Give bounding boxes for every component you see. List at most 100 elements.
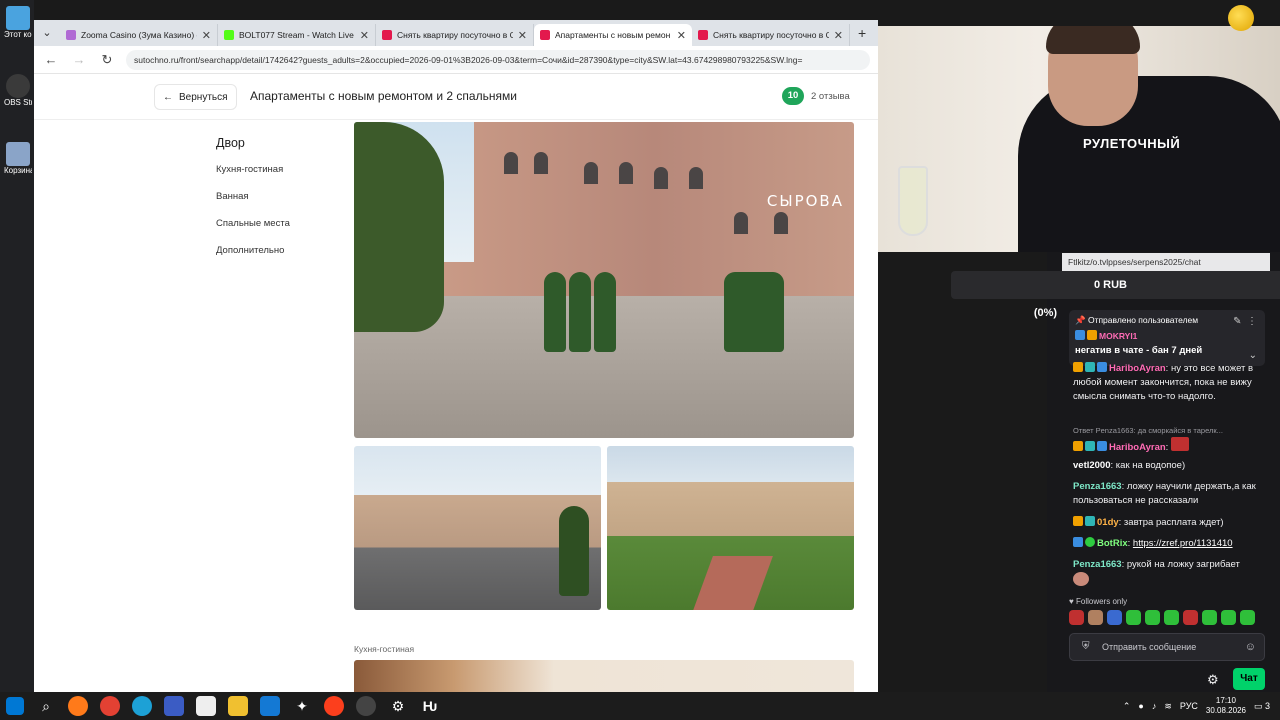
notifications-icon[interactable]: ▭ 3	[1254, 701, 1270, 712]
emote-icon[interactable]	[1183, 610, 1198, 625]
badge-icon	[1085, 362, 1095, 372]
close-tab-icon[interactable]: ✕	[202, 29, 211, 42]
badge-icon	[1085, 441, 1095, 451]
page-content: ← Вернуться Апартаменты с новым ремонтом…	[34, 74, 878, 692]
rating-badge: 10	[782, 87, 804, 105]
close-tab-icon[interactable]: ✕	[677, 29, 686, 42]
language-indicator[interactable]: РУС	[1180, 701, 1198, 711]
obs-shortcut[interactable]: OBS Studio	[4, 74, 32, 107]
mail-icon[interactable]	[260, 696, 280, 716]
webcam-overlay: РУЛЕТОЧНЫЙ	[878, 26, 1280, 252]
close-tab-icon[interactable]: ✕	[518, 29, 527, 42]
kitchen-photo[interactable]	[354, 660, 854, 692]
yard-photo-street[interactable]	[354, 446, 601, 610]
emote-icon[interactable]	[1126, 610, 1141, 625]
chat-send-button[interactable]: Чат	[1233, 668, 1265, 690]
emote-bar	[1069, 610, 1255, 625]
chevron-down-icon[interactable]: ⌄	[1249, 350, 1257, 361]
nav-item-yard[interactable]: Двор	[216, 136, 290, 150]
yandex-icon[interactable]	[324, 696, 344, 716]
computer-icon	[6, 6, 30, 30]
tab-sutochno-1[interactable]: Снять квартиру посуточно в С ✕	[376, 24, 534, 46]
folder-icon[interactable]	[228, 696, 248, 716]
emote-icon[interactable]	[1240, 610, 1255, 625]
microphone-icon[interactable]: ●	[1138, 701, 1143, 711]
desktop-icon-label: OBS Studio	[4, 98, 32, 107]
tab-title: BOLT077 Stream - Watch Live o	[239, 30, 355, 40]
close-tab-icon[interactable]: ✕	[360, 29, 369, 42]
reload-icon[interactable]: ↻	[98, 52, 116, 68]
close-tab-icon[interactable]: ✕	[834, 29, 843, 42]
back-button-label: Вернуться	[179, 91, 228, 103]
emoji-icon[interactable]: ☺	[1245, 634, 1256, 660]
reviews-link[interactable]: 2 отзыва	[811, 91, 850, 102]
store-icon[interactable]	[196, 696, 216, 716]
yard-photo-main[interactable]: СЫРОВА	[354, 122, 854, 438]
tab-sutochno-2[interactable]: Снять квартиру посуточно в С ✕	[692, 24, 850, 46]
chat-link[interactable]: https://zref.pro/1131410	[1133, 538, 1233, 549]
firefox-icon[interactable]	[68, 696, 88, 716]
chrome-icon[interactable]	[100, 696, 120, 716]
verified-icon	[1085, 537, 1095, 547]
windows-start-icon[interactable]	[6, 697, 24, 715]
address-bar-row: ← → ↻ sutochno.ru/front/searchapp/detail…	[34, 46, 878, 74]
chat-message: 01dy: завтра расплата ждет)	[1073, 516, 1261, 530]
tab-zooma[interactable]: Zooma Casino (Зума Казино) о ✕	[60, 24, 218, 46]
chat-message: HariboAyran:	[1073, 437, 1261, 455]
arrow-left-icon: ←	[163, 91, 173, 103]
emote-icon[interactable]	[1202, 610, 1217, 625]
tab-bolt077[interactable]: BOLT077 Stream - Watch Live o ✕	[218, 24, 376, 46]
pinned-text: негатив в чате - бан 7 дней	[1075, 345, 1203, 356]
pinned-message[interactable]: 📌 Отправлено пользователем MOKRYI1 негат…	[1069, 310, 1265, 366]
gear-icon[interactable]: ⚙	[388, 696, 408, 716]
save-icon[interactable]	[164, 696, 184, 716]
new-tab-button[interactable]: +	[850, 25, 874, 46]
tab-title: Снять квартиру посуточно в С	[397, 30, 513, 40]
back-button[interactable]: ← Вернуться	[154, 84, 237, 110]
desktop-icon-label: Этот компьютер	[4, 30, 32, 39]
yard-photo-garden[interactable]	[607, 446, 854, 610]
crown-icon	[1087, 330, 1097, 340]
tab-search-icon[interactable]: ⌄	[38, 24, 56, 42]
obs-icon[interactable]	[356, 696, 376, 716]
emote-icon[interactable]	[1221, 610, 1236, 625]
back-arrow-icon[interactable]: ←	[42, 52, 60, 67]
gear-icon[interactable]: ⚙	[1207, 672, 1219, 688]
emote-icon[interactable]	[1088, 610, 1103, 625]
obs-icon	[6, 74, 30, 98]
nav-item-bathroom[interactable]: Ванная	[216, 191, 290, 202]
clock[interactable]: 17:10 30.08.2026	[1206, 696, 1246, 716]
unpin-icon[interactable]: ✎ ⋮	[1233, 316, 1257, 327]
favicon-icon	[224, 30, 234, 40]
emote-icon	[1170, 437, 1189, 451]
chat: 📌 Отправлено пользователем MOKRYI1 негат…	[1067, 300, 1272, 692]
favicon-icon	[66, 30, 76, 40]
page-title: Апартаменты с новым ремонтом и 2 спальня…	[250, 89, 517, 103]
badge-icon	[1085, 516, 1095, 526]
emote-icon[interactable]	[1145, 610, 1160, 625]
search-icon[interactable]: ⌕	[36, 696, 56, 716]
tab-apartments-active[interactable]: Апартаменты с новым ремон ✕	[534, 24, 692, 46]
emote-icon[interactable]	[1069, 610, 1084, 625]
recycle-bin-shortcut[interactable]: Корзина	[4, 142, 32, 175]
url-field[interactable]: sutochno.ru/front/searchapp/detail/17426…	[126, 49, 870, 70]
emote-icon[interactable]	[1107, 610, 1122, 625]
edge-icon[interactable]	[132, 696, 152, 716]
sparkle-icon[interactable]: ✦	[292, 696, 312, 716]
chat-message: HariboAyran: ну это все может в любой мо…	[1073, 362, 1254, 402]
balance-bar: 0 RUB (0%)	[951, 271, 1280, 319]
app-icon[interactable]: Ƕ	[420, 696, 440, 716]
volume-icon[interactable]: ♪	[1152, 701, 1157, 711]
chevron-up-icon[interactable]: ⌃	[1123, 701, 1131, 712]
nav-item-beds[interactable]: Спальные места	[216, 218, 290, 229]
favicon-icon	[382, 30, 392, 40]
forward-arrow-icon[interactable]: →	[70, 52, 88, 67]
chat-input[interactable]: ⛨ Отправить сообщение ☺	[1069, 633, 1265, 661]
wifi-icon[interactable]: ≋	[1164, 701, 1172, 712]
this-pc-shortcut[interactable]: Этот компьютер	[4, 6, 32, 39]
emote-icon	[1073, 572, 1089, 586]
taskbar: ⌕ ✦ ⚙ Ƕ ⌃ ● ♪ ≋ РУС 17:10 30.08.2026 ▭ 3	[0, 692, 1280, 720]
nav-item-additional[interactable]: Дополнительно	[216, 245, 290, 256]
emote-icon[interactable]	[1164, 610, 1179, 625]
nav-item-kitchen[interactable]: Кухня-гостиная	[216, 164, 290, 175]
